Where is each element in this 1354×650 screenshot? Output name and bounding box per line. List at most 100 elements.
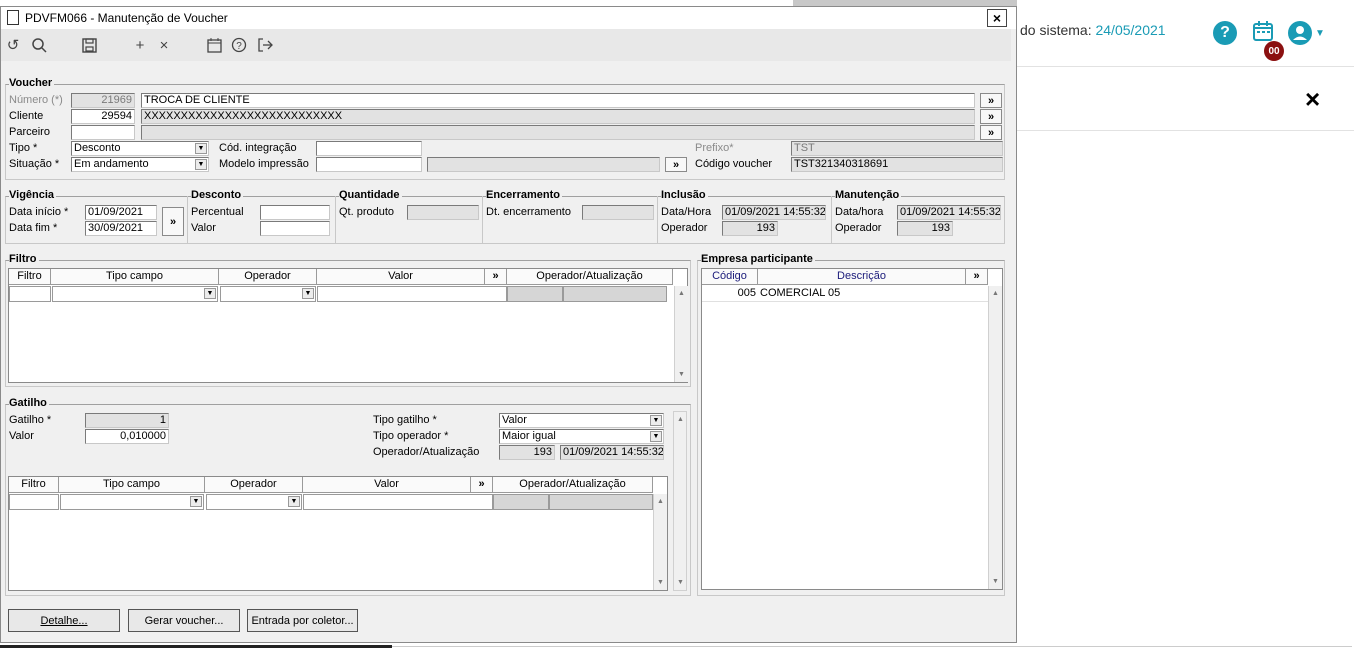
- tipo-campo-select[interactable]: ▼: [60, 494, 204, 510]
- parceiro-more-button[interactable]: »: [980, 125, 1002, 140]
- tipo-operador-select[interactable]: Maior igual ▼: [499, 429, 664, 444]
- undo-icon[interactable]: ↺: [3, 35, 23, 55]
- scroll-up-icon[interactable]: ▲: [654, 495, 667, 508]
- desconto-valor-field[interactable]: [260, 221, 330, 236]
- search-icon[interactable]: [29, 35, 49, 55]
- close-icon[interactable]: ×: [1305, 84, 1320, 115]
- modelo-more-button[interactable]: »: [665, 157, 687, 172]
- chevron-down-icon[interactable]: ▼: [190, 496, 202, 507]
- entrada-coletor-button[interactable]: Entrada por coletor...: [247, 609, 358, 632]
- operador-cell: [493, 494, 549, 510]
- numero-field[interactable]: 21969: [71, 93, 135, 108]
- title-bar[interactable]: PDVFM066 - Manutenção de Voucher ×: [1, 7, 1016, 29]
- inclusao-data-hora-label: Data/Hora: [661, 206, 712, 218]
- parceiro-field[interactable]: [71, 125, 135, 140]
- numero-more-button[interactable]: »: [980, 93, 1002, 108]
- help-icon[interactable]: ?: [229, 35, 249, 55]
- column-more-button[interactable]: »: [485, 269, 507, 285]
- empresa-descricao-cell[interactable]: COMERCIAL 05: [758, 286, 988, 302]
- vigencia-more-button[interactable]: »: [162, 207, 184, 236]
- column-header[interactable]: Filtro: [9, 477, 59, 493]
- chevron-down-icon[interactable]: ▼: [650, 431, 662, 442]
- add-icon[interactable]: +: [130, 35, 150, 55]
- window-close-button[interactable]: ×: [987, 9, 1007, 27]
- tipo-gatilho-select[interactable]: Valor ▼: [499, 413, 664, 428]
- cliente-field[interactable]: 29594: [71, 109, 135, 124]
- cod-integracao-label: Cód. integração: [219, 142, 297, 154]
- column-header[interactable]: Operador/Atualização: [507, 269, 673, 285]
- data-fim-field[interactable]: 30/09/2021: [85, 221, 157, 236]
- calendar-icon[interactable]: [1252, 20, 1274, 42]
- empresa-grid[interactable]: Código Descrição » 005 COMERCIAL 05 ▲ ▼: [701, 268, 1003, 590]
- voucher-dialog: PDVFM066 - Manutenção de Voucher × ↺ + ×…: [0, 6, 1017, 643]
- filtro-grid[interactable]: Filtro Tipo campo Operador Valor » Opera…: [8, 268, 688, 383]
- filtro-cell[interactable]: [9, 286, 51, 302]
- remove-icon[interactable]: ×: [154, 35, 174, 55]
- gatilho-filtro-grid[interactable]: Filtro Tipo campo Operador Valor » Opera…: [8, 476, 668, 591]
- system-date-label: do sistema:: [1020, 22, 1092, 38]
- question-circle-icon[interactable]: ?: [1213, 21, 1237, 45]
- gatilho-scrollbar[interactable]: ▲ ▼: [673, 411, 687, 591]
- column-header[interactable]: Código: [702, 269, 758, 285]
- column-header[interactable]: Operador: [205, 477, 303, 493]
- chevron-down-icon[interactable]: ▼: [204, 288, 216, 299]
- modelo-impressao-field[interactable]: [316, 157, 422, 172]
- tipo-campo-select[interactable]: ▼: [52, 286, 218, 302]
- operador-select[interactable]: ▼: [220, 286, 316, 302]
- chevron-down-icon[interactable]: ▼: [650, 415, 662, 426]
- column-header[interactable]: Valor: [317, 269, 485, 285]
- cliente-more-button[interactable]: »: [980, 109, 1002, 124]
- scroll-up-icon[interactable]: ▲: [674, 413, 687, 426]
- scroll-down-icon[interactable]: ▼: [654, 576, 667, 589]
- scroll-down-icon[interactable]: ▼: [989, 575, 1002, 588]
- filtro-scrollbar[interactable]: ▲ ▼: [674, 286, 688, 382]
- gerar-voucher-button[interactable]: Gerar voucher...: [128, 609, 240, 632]
- chevron-down-icon[interactable]: ▼: [195, 159, 207, 170]
- column-header[interactable]: Valor: [303, 477, 471, 493]
- scroll-down-icon[interactable]: ▼: [675, 368, 688, 381]
- situacao-select[interactable]: Em andamento ▼: [71, 157, 209, 172]
- modelo-impressao-label: Modelo impressão: [219, 158, 309, 170]
- codigo-voucher-field: TST321340318691: [791, 157, 1003, 172]
- cod-integracao-field[interactable]: [316, 141, 422, 156]
- operador-select[interactable]: ▼: [206, 494, 302, 510]
- save-icon[interactable]: [79, 35, 99, 55]
- column-header[interactable]: Tipo campo: [59, 477, 205, 493]
- scroll-up-icon[interactable]: ▲: [675, 287, 688, 300]
- tipo-select[interactable]: Desconto ▼: [71, 141, 209, 156]
- chevron-down-icon[interactable]: ▼: [288, 496, 300, 507]
- column-header[interactable]: Descrição: [758, 269, 966, 285]
- scroll-up-icon[interactable]: ▲: [989, 287, 1002, 300]
- valor-cell[interactable]: [303, 494, 493, 510]
- column-header[interactable]: Operador: [219, 269, 317, 285]
- filtro-cell[interactable]: [9, 494, 59, 510]
- situacao-value: Em andamento: [74, 158, 149, 170]
- exit-icon[interactable]: [255, 35, 275, 55]
- desconto-valor-label: Valor: [191, 222, 216, 234]
- numero-description-field[interactable]: TROCA DE CLIENTE: [141, 93, 975, 108]
- detalhe-button[interactable]: Detalhe...: [8, 609, 120, 632]
- modelo-impressao-description: [427, 157, 660, 172]
- gatilho-valor-field[interactable]: 0,010000: [85, 429, 169, 444]
- quantidade-title: Quantidade: [339, 189, 402, 201]
- gatilho-field: 1: [85, 413, 169, 428]
- qt-produto-field: [407, 205, 479, 220]
- column-header[interactable]: Operador/Atualização: [493, 477, 653, 493]
- column-header[interactable]: Tipo campo: [51, 269, 219, 285]
- gatilho-grid-scrollbar[interactable]: ▲ ▼: [653, 494, 667, 590]
- column-header[interactable]: Filtro: [9, 269, 51, 285]
- column-more-button[interactable]: »: [966, 269, 988, 285]
- chevron-down-icon[interactable]: ▼: [195, 143, 207, 154]
- valor-cell[interactable]: [317, 286, 507, 302]
- calendar-icon[interactable]: [204, 35, 224, 55]
- percentual-field[interactable]: [260, 205, 330, 220]
- user-avatar-icon[interactable]: [1288, 21, 1312, 45]
- scroll-down-icon[interactable]: ▼: [674, 576, 687, 589]
- empresa-scrollbar[interactable]: ▲ ▼: [988, 286, 1002, 589]
- empresa-codigo-cell[interactable]: 005: [702, 286, 758, 302]
- chevron-down-icon[interactable]: ▼: [1315, 28, 1325, 39]
- column-more-button[interactable]: »: [471, 477, 493, 493]
- chevron-down-icon[interactable]: ▼: [302, 288, 314, 299]
- data-inicio-field[interactable]: 01/09/2021: [85, 205, 157, 220]
- manutencao-operador-field: 193: [897, 221, 953, 236]
